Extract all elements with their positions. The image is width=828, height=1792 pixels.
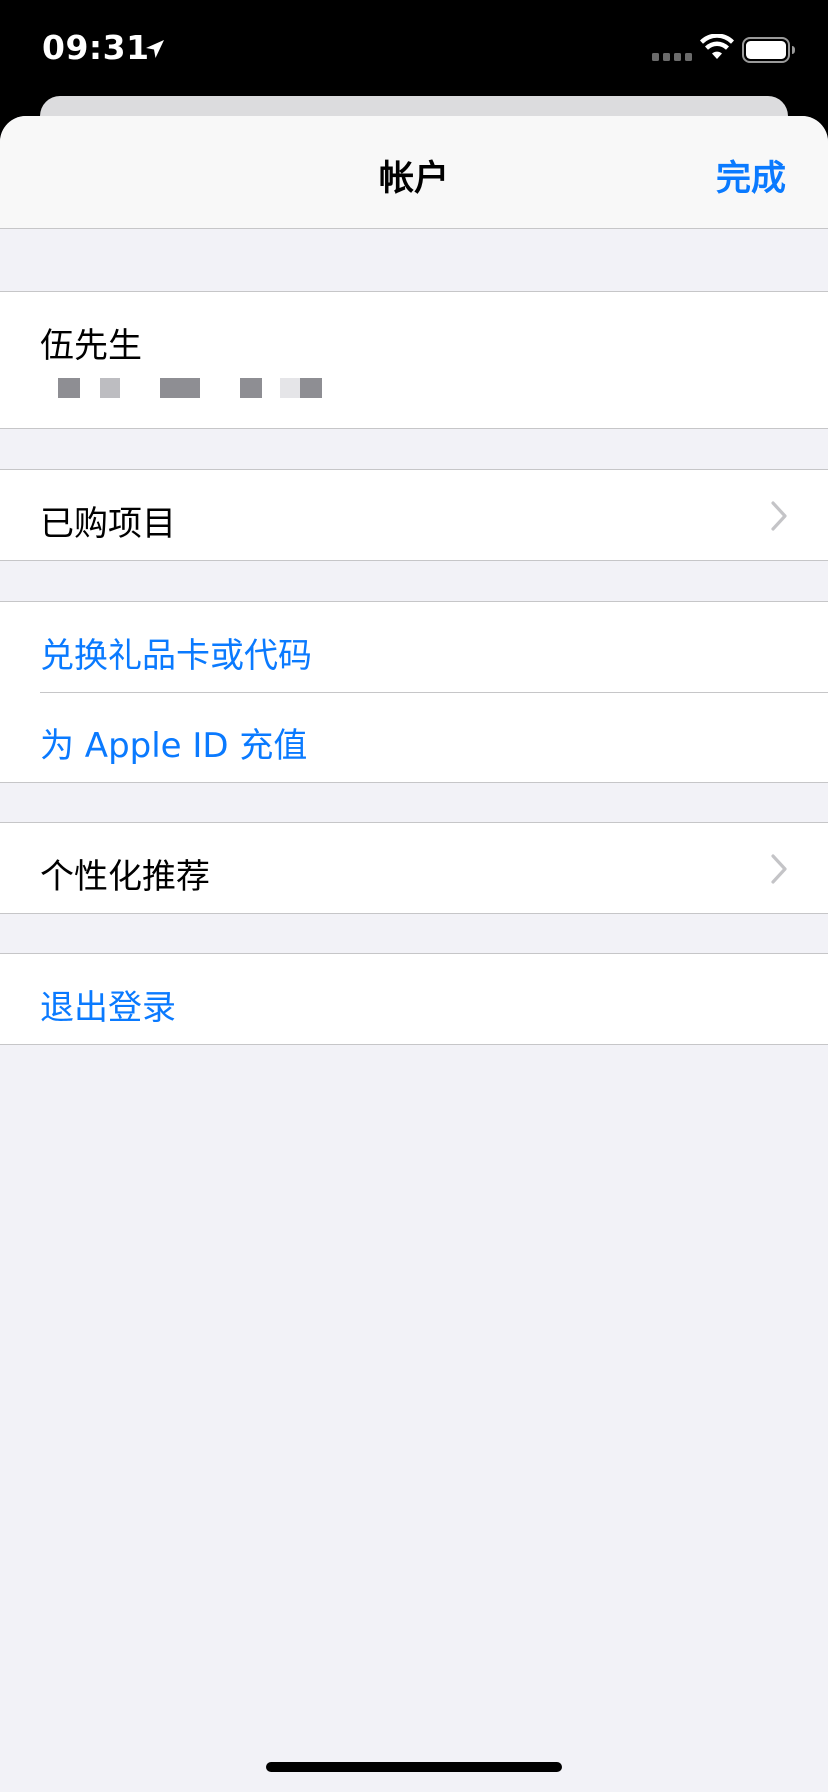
personalization-group: 个性化推荐: [0, 822, 828, 914]
account-sheet: 帐户 完成 伍先生 已购项目 兑换礼品卡或代码 为 Apple ID 充值 个性…: [0, 116, 828, 1792]
redeem-row[interactable]: 兑换礼品卡或代码: [0, 602, 828, 692]
personalized-recommendations-row[interactable]: 个性化推荐: [0, 823, 828, 913]
account-info-row[interactable]: 伍先生: [0, 292, 828, 428]
home-indicator[interactable]: [266, 1762, 562, 1772]
add-funds-link[interactable]: 为 Apple ID 充值: [40, 718, 307, 767]
chevron-right-icon: [771, 501, 787, 531]
account-name: 伍先生: [40, 326, 142, 366]
done-button[interactable]: 完成: [716, 150, 786, 201]
battery-icon: [742, 37, 795, 63]
funds-group: 兑换礼品卡或代码 为 Apple ID 充值: [0, 601, 828, 783]
purchased-items-label: 已购项目: [40, 504, 176, 544]
personalized-recommendations-label: 个性化推荐: [40, 857, 210, 897]
chevron-right-icon: [771, 854, 787, 884]
purchased-items-row[interactable]: 已购项目: [0, 470, 828, 560]
sign-out-link[interactable]: 退出登录: [40, 980, 176, 1029]
wifi-icon: [700, 34, 734, 59]
redeem-gift-card-link[interactable]: 兑换礼品卡或代码: [40, 628, 312, 677]
add-funds-row[interactable]: 为 Apple ID 充值: [0, 692, 828, 782]
sign-out-row[interactable]: 退出登录: [0, 954, 828, 1044]
status-time: 09:31: [42, 28, 150, 67]
sign-out-group: 退出登录: [0, 953, 828, 1045]
location-arrow-icon: [146, 40, 164, 58]
navigation-bar: 帐户 完成: [0, 116, 828, 229]
cellular-signal-icon: [652, 53, 692, 61]
redacted-email-mask: [58, 378, 322, 398]
status-bar: 09:31: [0, 0, 828, 100]
page-title: 帐户: [378, 159, 449, 199]
purchases-group: 已购项目: [0, 469, 828, 561]
account-info-group: 伍先生: [0, 291, 828, 429]
